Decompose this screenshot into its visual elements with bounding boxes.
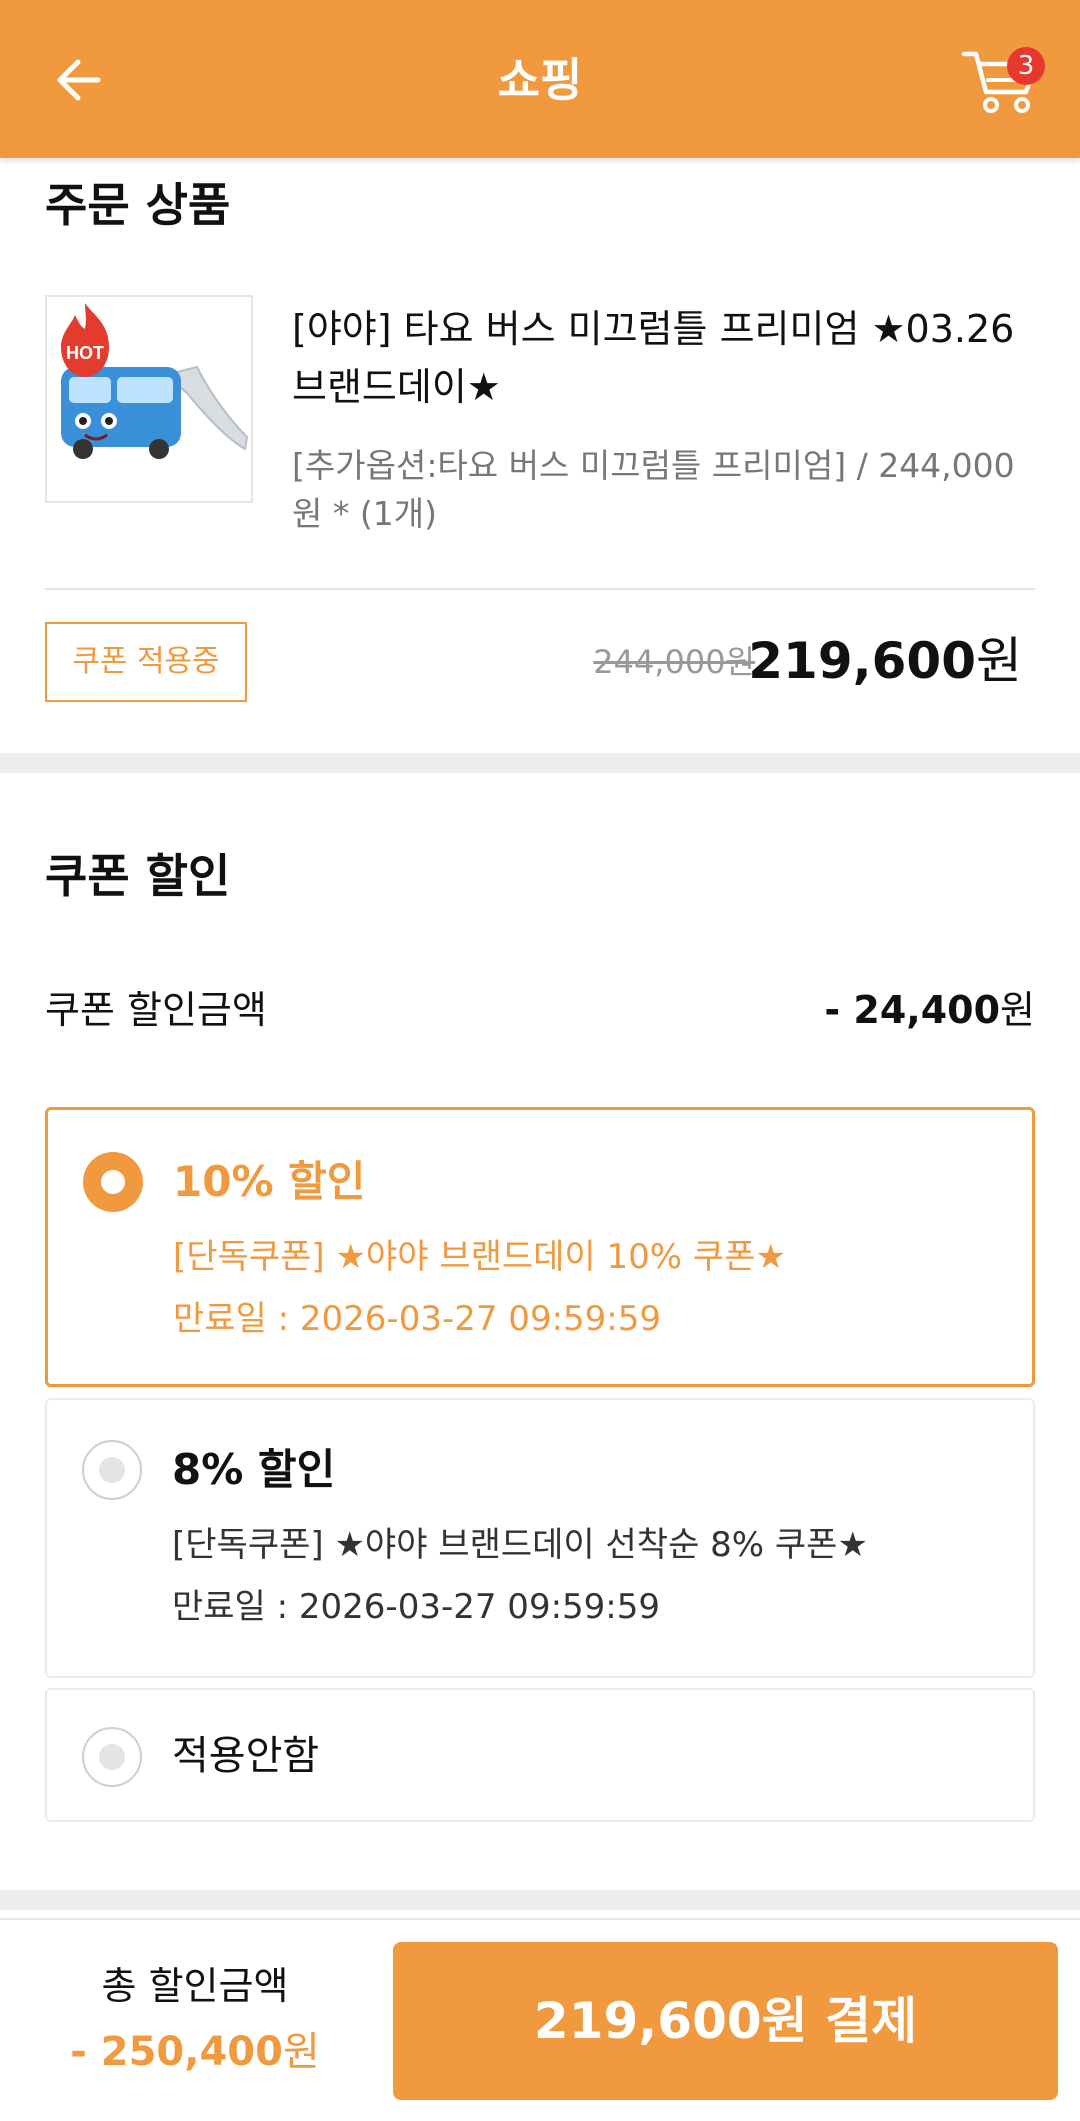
hot-badge-text: HOT xyxy=(66,343,104,363)
original-price: 244,000원 xyxy=(593,643,755,681)
total-discount-amount: - 250,400원 xyxy=(0,2024,390,2080)
coupon-title: 8% 할인 xyxy=(172,1445,336,1494)
coupon-discount-amount: - 24,400원 xyxy=(824,982,1035,1038)
app-header: 쇼핑 3 xyxy=(0,0,1080,158)
coupon-none-label: 적용안함 xyxy=(172,1733,320,1779)
total-discount-label: 총 할인금액 xyxy=(101,1964,289,2008)
total-discount-unit: 원 xyxy=(282,2029,320,2075)
discount-amount-unit: 원 xyxy=(1000,988,1035,1032)
discount-amount-prefix: - xyxy=(824,988,854,1032)
page-title: 쇼핑 xyxy=(497,53,583,107)
coupon-applied-badge: 쿠폰 적용중 xyxy=(45,622,247,702)
final-price-unit: 원 xyxy=(976,632,1022,690)
hot-badge-icon: HOT xyxy=(61,303,109,377)
final-price-number: 219,600 xyxy=(748,632,976,690)
bottom-checkout-bar: 총 할인금액 - 250,400원 219,600원 결제 xyxy=(0,1918,1080,2121)
coupon-section-title: 쿠폰 할인 xyxy=(45,849,231,903)
product-thumbnail[interactable]: HOT xyxy=(45,295,253,503)
product-name[interactable]: [야야] 타요 버스 미끄럼틀 프리미엄 ★03.26 브랜드데이★ xyxy=(292,300,1032,416)
product-option: [추가옵션:타요 버스 미끄럼틀 프리미엄] / 244,000원 * (1개) xyxy=(292,446,1015,533)
cart-count-badge: 3 xyxy=(1007,47,1045,85)
coupon-description: [단독쿠폰] ★야야 브랜드데이 선착순 8% 쿠폰★ xyxy=(172,1525,868,1565)
radio-dot xyxy=(101,1170,125,1194)
coupon-expiry: 만료일 : 2026-03-27 09:59:59 xyxy=(173,1299,662,1339)
discount-amount-number: 24,400 xyxy=(853,988,1001,1032)
radio-dot xyxy=(99,1744,125,1770)
section-separator xyxy=(0,753,1080,773)
coupon-option-10-percent[interactable]: 10% 할인 [단독쿠폰] ★야야 브랜드데이 10% 쿠폰★ 만료일 : 20… xyxy=(45,1107,1035,1387)
divider xyxy=(45,588,1035,590)
final-price: 219,600원 xyxy=(748,626,1022,696)
radio-button-selected[interactable] xyxy=(83,1152,143,1212)
radio-button[interactable] xyxy=(82,1727,142,1787)
order-section-title: 주문 상품 xyxy=(45,178,231,232)
coupon-title: 10% 할인 xyxy=(173,1157,366,1206)
section-separator xyxy=(0,1890,1080,1910)
total-discount-number: - 250,400 xyxy=(70,2029,283,2075)
coupon-description: [단독쿠폰] ★야야 브랜드데이 10% 쿠폰★ xyxy=(173,1237,786,1277)
pay-button[interactable]: 219,600원 결제 xyxy=(393,1942,1058,2100)
coupon-expiry: 만료일 : 2026-03-27 09:59:59 xyxy=(172,1587,661,1627)
radio-button[interactable] xyxy=(82,1440,142,1500)
coupon-option-none[interactable]: 적용안함 xyxy=(45,1688,1035,1822)
coupon-discount-label: 쿠폰 할인금액 xyxy=(45,988,267,1032)
radio-dot xyxy=(99,1457,125,1483)
coupon-option-8-percent[interactable]: 8% 할인 [단독쿠폰] ★야야 브랜드데이 선착순 8% 쿠폰★ 만료일 : … xyxy=(45,1398,1035,1678)
